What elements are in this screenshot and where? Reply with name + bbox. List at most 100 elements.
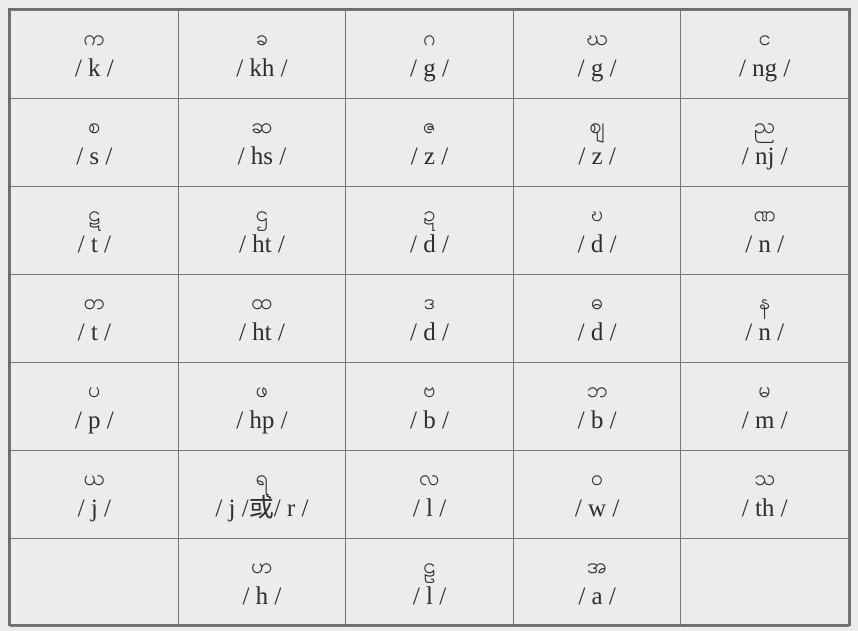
table-row: ယ / j / ရ / j /或/ r / လ / l / ဝ / w / သ / th … bbox=[10, 450, 849, 539]
consonant-letter: မ bbox=[758, 377, 771, 403]
consonant-letter: ဋ bbox=[88, 201, 101, 227]
consonant-letter: ဗ bbox=[423, 377, 436, 403]
consonant-letter: ဇ bbox=[422, 113, 437, 139]
pronunciation: / d / bbox=[577, 230, 617, 258]
consonant-letter: ဟ bbox=[251, 553, 273, 579]
pronunciation: / kh / bbox=[236, 54, 288, 82]
pronunciation: / ht / bbox=[238, 230, 285, 258]
consonant-letter: ဂ bbox=[423, 25, 436, 51]
pronunciation: / g / bbox=[577, 54, 617, 82]
pronunciation: / ng / bbox=[738, 54, 791, 82]
consonant-letter: ည bbox=[754, 113, 776, 139]
pronunciation: / t / bbox=[77, 230, 111, 258]
pronunciation: / ht / bbox=[238, 318, 285, 346]
table-cell: ဆ / hs / bbox=[177, 98, 347, 187]
pronunciation: / n / bbox=[745, 318, 785, 346]
table-cell: လ / l / bbox=[345, 450, 514, 539]
table-cell: င / ng / bbox=[680, 10, 849, 99]
consonant-letter: ဠ bbox=[423, 553, 436, 579]
table-row: က / k / ခ / kh / ဂ / g / ဃ / g / င / ng / bbox=[10, 10, 849, 99]
table-cell: ဈ / z / bbox=[512, 98, 682, 187]
consonant-letter: သ bbox=[754, 465, 776, 491]
table-cell: ဖ / hp / bbox=[177, 362, 347, 451]
pronunciation: / s / bbox=[76, 142, 113, 170]
consonant-letter: ဈ bbox=[589, 113, 605, 139]
table-cell: အ / a / bbox=[512, 538, 682, 627]
table-cell: ည / nj / bbox=[680, 98, 849, 187]
pronunciation: / z / bbox=[578, 142, 616, 170]
pronunciation: / g / bbox=[410, 54, 449, 82]
consonant-letter: ဓ bbox=[590, 289, 604, 315]
table-cell: ယ / j / bbox=[10, 450, 179, 539]
table-cell: မ / m / bbox=[680, 362, 849, 451]
table-cell: ထ / ht / bbox=[177, 274, 347, 363]
consonant-letter: ဍ bbox=[423, 201, 436, 227]
pronunciation: / th / bbox=[741, 494, 788, 522]
table-cell: က / k / bbox=[10, 10, 179, 99]
consonant-letter: ဒ bbox=[423, 289, 436, 315]
consonant-letter: ဖ bbox=[255, 377, 269, 403]
pronunciation: / d / bbox=[577, 318, 617, 346]
table-cell: ဒ / d / bbox=[345, 274, 514, 363]
consonant-letter: လ bbox=[419, 465, 440, 491]
pronunciation: / l / bbox=[412, 582, 447, 610]
pronunciation: / hs / bbox=[237, 142, 287, 170]
pronunciation: / b / bbox=[410, 406, 449, 434]
table-cell: ဓ / d / bbox=[512, 274, 682, 363]
table-cell: ဍ / d / bbox=[345, 186, 514, 275]
pronunciation: / d / bbox=[410, 318, 449, 346]
table-cell-empty bbox=[680, 538, 849, 627]
table-cell: ဗ / b / bbox=[345, 362, 514, 451]
consonant-letter: န bbox=[758, 289, 771, 315]
consonant-letter: အ bbox=[586, 553, 608, 579]
table-cell: ရ / j /或/ r / bbox=[177, 450, 347, 539]
table-cell: ဋ / t / bbox=[10, 186, 179, 275]
table-row: စ / s / ဆ / hs / ဇ / z / ဈ / z / ည / nj / bbox=[10, 98, 849, 187]
table-cell: ဃ / g / bbox=[512, 10, 682, 99]
table-row: ဟ / h / ဠ / l / အ / a / bbox=[10, 538, 849, 627]
pronunciation: / hp / bbox=[236, 406, 288, 434]
table-cell: ဏ / n / bbox=[680, 186, 849, 275]
pronunciation: / k / bbox=[74, 54, 114, 82]
table-cell: ဎ / d / bbox=[512, 186, 682, 275]
consonant-table-frame: က / k / ခ / kh / ဂ / g / ဃ / g / င / ng / စ / … bbox=[8, 8, 851, 627]
pronunciation: / j /或/ r / bbox=[215, 494, 309, 522]
pronunciation: / a / bbox=[578, 582, 616, 610]
pronunciation: / j / bbox=[77, 494, 111, 522]
consonant-letter: ခ bbox=[255, 25, 269, 51]
consonant-letter: က bbox=[83, 25, 106, 51]
consonant-letter: င bbox=[758, 25, 771, 51]
consonant-letter: စ bbox=[88, 113, 101, 139]
pronunciation: / d / bbox=[410, 230, 449, 258]
pronunciation: / b / bbox=[577, 406, 617, 434]
pronunciation: / n / bbox=[745, 230, 785, 258]
table-cell: ပ / p / bbox=[10, 362, 179, 451]
consonant-letter: ဘ bbox=[586, 377, 608, 403]
consonant-letter: တ bbox=[83, 289, 105, 315]
table-cell: ဠ / l / bbox=[345, 538, 514, 627]
table-cell: တ / t / bbox=[10, 274, 179, 363]
table-cell: ဘ / b / bbox=[512, 362, 682, 451]
consonant-letter: ယ bbox=[83, 465, 105, 491]
table-row: တ / t / ထ / ht / ဒ / d / ဓ / d / န / n / bbox=[10, 274, 849, 363]
table-cell: ခ / kh / bbox=[177, 10, 347, 99]
table-cell: ဂ / g / bbox=[345, 10, 514, 99]
table-cell: စ / s / bbox=[10, 98, 179, 187]
table-cell-empty bbox=[10, 538, 179, 627]
consonant-letter: ဎ bbox=[590, 201, 604, 227]
consonant-letter: ဌ bbox=[255, 201, 268, 227]
table-row: ပ / p / ဖ / hp / ဗ / b / ဘ / b / မ / m / bbox=[10, 362, 849, 451]
consonant-letter: ရ bbox=[255, 465, 269, 491]
pronunciation: / w / bbox=[574, 494, 620, 522]
pronunciation: / p / bbox=[74, 406, 114, 434]
pronunciation: / m / bbox=[741, 406, 788, 434]
consonant-letter: ထ bbox=[251, 289, 273, 315]
pronunciation: / nj / bbox=[741, 142, 788, 170]
table-cell: ဌ / ht / bbox=[177, 186, 347, 275]
pronunciation: / t / bbox=[77, 318, 111, 346]
table-cell: ဟ / h / bbox=[177, 538, 347, 627]
pronunciation: / l / bbox=[412, 494, 447, 522]
consonant-letter: ဃ bbox=[586, 25, 608, 51]
table-cell: ဇ / z / bbox=[345, 98, 514, 187]
table-cell: ဝ / w / bbox=[512, 450, 682, 539]
